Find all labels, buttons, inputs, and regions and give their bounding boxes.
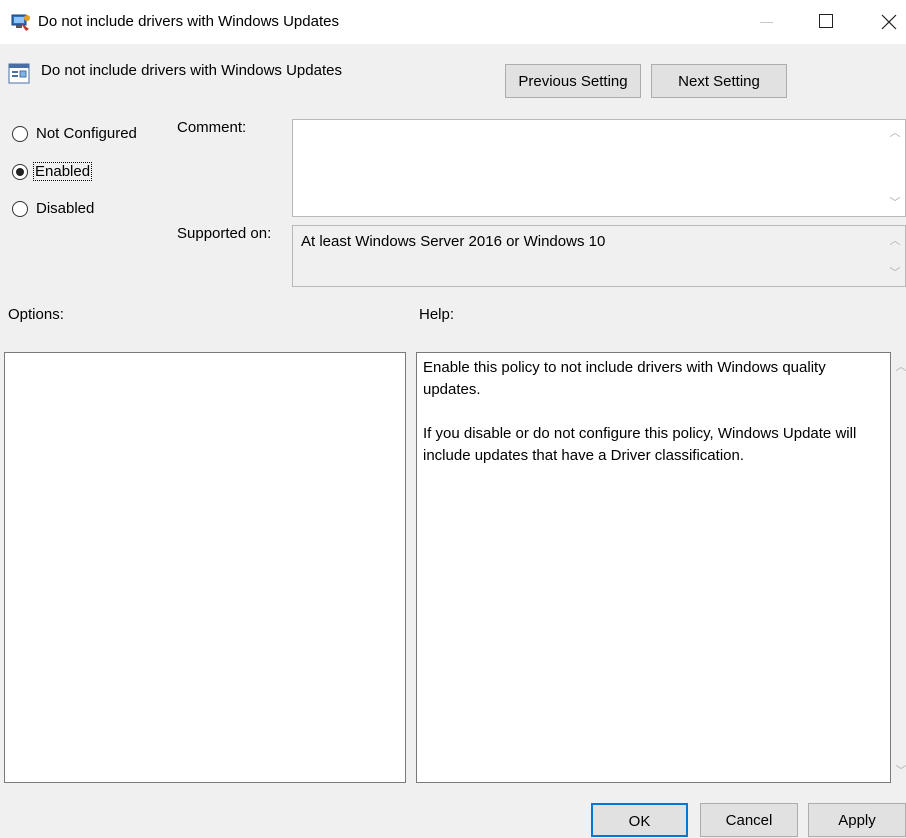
scroll-down-icon[interactable]: ﹀	[889, 194, 901, 210]
supported-on-label: Supported on:	[177, 225, 272, 242]
policy-editor-icon	[11, 12, 31, 32]
radio-selected-dot	[16, 168, 24, 176]
help-paragraph: Enable this policy to not include driver…	[423, 359, 826, 398]
apply-button[interactable]: Apply	[808, 803, 906, 837]
radio-label: Disabled	[36, 200, 95, 217]
previous-setting-button[interactable]: Previous Setting	[505, 64, 641, 98]
comment-label: Comment:	[177, 119, 247, 136]
help-label: Help:	[419, 306, 455, 323]
radio-label: Enabled	[32, 162, 93, 181]
close-icon	[881, 14, 897, 30]
policy-name: Do not include drivers with Windows Upda…	[41, 62, 342, 79]
options-label: Options:	[8, 306, 64, 323]
radio-circle[interactable]	[12, 126, 28, 142]
maximize-button[interactable]	[803, 0, 849, 44]
ok-button[interactable]: OK	[591, 803, 688, 837]
help-pane: Enable this policy to not include driver…	[416, 352, 891, 783]
scroll-down-icon[interactable]: ﹀	[895, 762, 906, 778]
comment-textarea[interactable]: ︿ ﹀	[292, 119, 906, 217]
scroll-up-icon[interactable]: ︿	[895, 358, 906, 374]
supported-on-field: At least Windows Server 2016 or Windows …	[292, 225, 906, 287]
title-bar: Do not include drivers with Windows Upda…	[0, 0, 906, 44]
scroll-up-icon[interactable]: ︿	[889, 232, 901, 248]
close-button[interactable]	[860, 0, 906, 44]
options-pane	[4, 352, 406, 783]
scroll-down-icon[interactable]: ﹀	[889, 264, 901, 280]
next-setting-button[interactable]: Next Setting	[651, 64, 787, 98]
help-paragraph: If you disable or do not configure this …	[423, 425, 857, 464]
scroll-up-icon[interactable]: ︿	[889, 124, 901, 140]
minimize-button[interactable]	[744, 0, 790, 44]
radio-circle[interactable]	[12, 201, 28, 217]
radio-circle[interactable]	[12, 164, 28, 180]
policy-setting-icon	[8, 62, 30, 84]
supported-on-value: At least Windows Server 2016 or Windows …	[301, 233, 606, 250]
radio-label: Not Configured	[36, 125, 137, 142]
cancel-button[interactable]: Cancel	[700, 803, 798, 837]
window-title: Do not include drivers with Windows Upda…	[38, 13, 339, 30]
